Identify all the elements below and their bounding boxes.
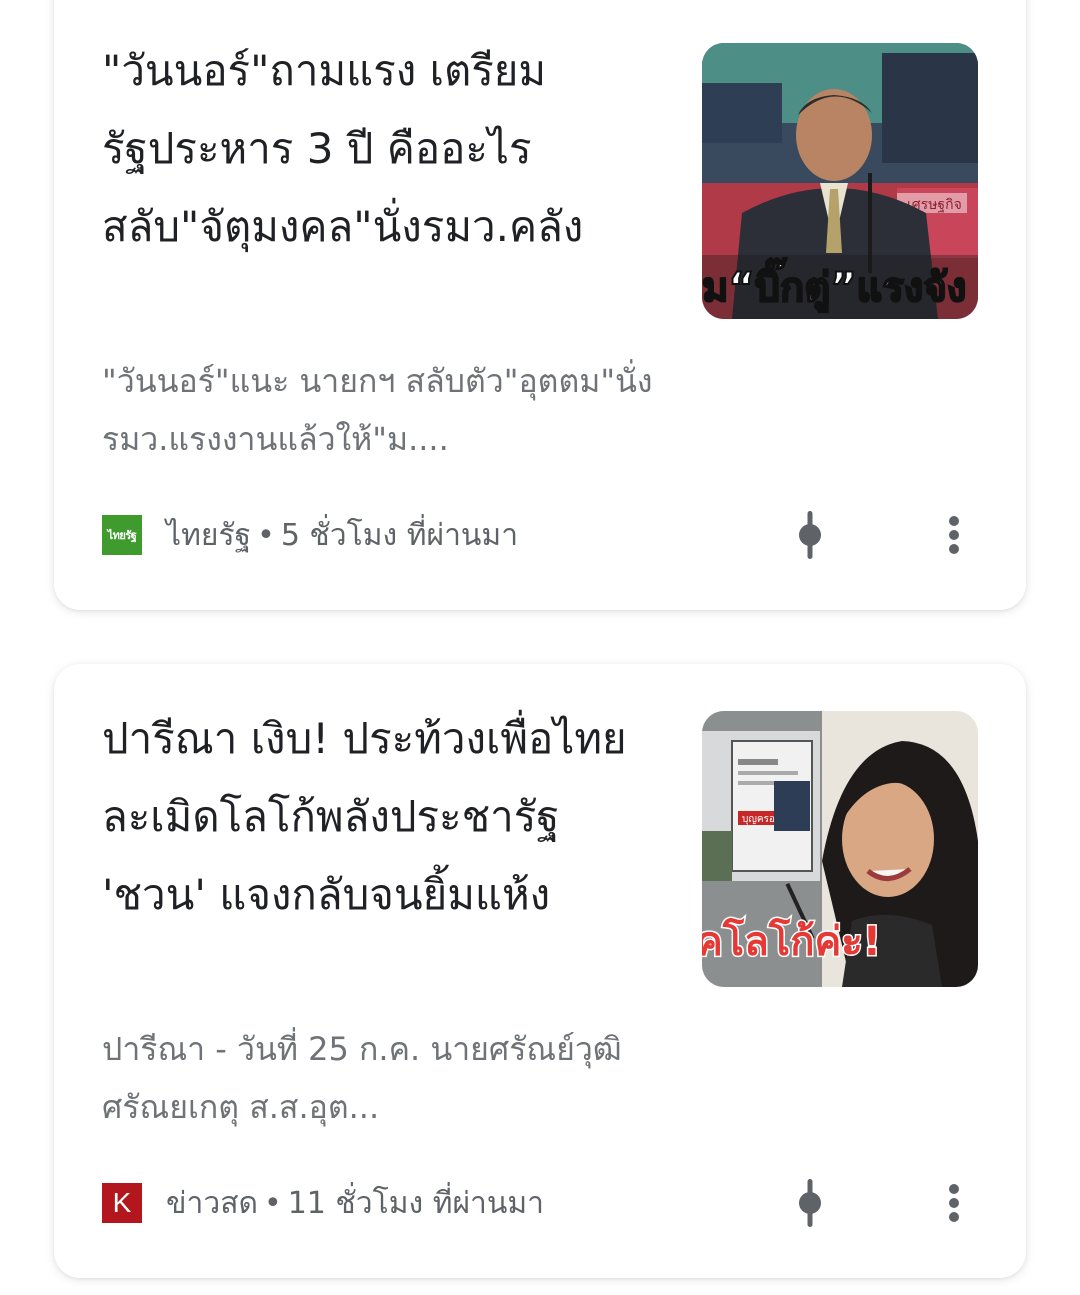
news-card[interactable]: "วันนอร์"ถามแรง เตรียมรัฐประหาร 3 ปี คือ…	[54, 0, 1026, 610]
article-thumbnail[interactable]: บุญครอง คโลโก้ค่ะ!	[702, 711, 978, 987]
article-snippet: ปารีณา - วันที่ 25 ก.ค. นายศรัณย์วุฒิ ศร…	[102, 1030, 622, 1126]
publish-time: 5 ชั่วโมง ที่ผ่านมา	[280, 517, 519, 553]
meta-separator: •	[257, 517, 275, 553]
publish-time: 11 ชั่วโมง ที่ผ่านมา	[287, 1185, 545, 1221]
article-snippet: "วันนอร์"แนะ นายกฯ สลับตัว"อุตตม"นั่งรมว…	[102, 362, 653, 458]
publisher-name[interactable]: ข่าวสด	[166, 1186, 258, 1221]
article-thumbnail[interactable]: เศรษฐกิจ ม“บิ๊กตู่”แรงจัง	[702, 43, 978, 319]
news-card[interactable]: ปารีณา เงิบ! ประท้วงเพื่อไทย ละเมิดโลโก้…	[54, 664, 1026, 1278]
follow-pin-icon[interactable]	[786, 1171, 834, 1235]
more-vert-icon[interactable]	[932, 1171, 976, 1235]
more-vert-icon[interactable]	[932, 503, 976, 567]
follow-pin-icon[interactable]	[786, 503, 834, 567]
publisher-logo: ไทยรัฐ	[102, 515, 142, 555]
article-meta: K ข่าวสด • 11 ชั่วโมง ที่ผ่านมา	[102, 1181, 544, 1225]
article-meta: ไทยรัฐ ไทยรัฐ • 5 ชั่วโมง ที่ผ่านมา	[102, 513, 518, 557]
publisher-logo: K	[102, 1183, 142, 1223]
publisher-name[interactable]: ไทยรัฐ	[166, 518, 251, 553]
thumbnail-caption: คโลโก้ค่ะ!	[702, 918, 881, 965]
article-headline[interactable]: ปารีณา เงิบ! ประท้วงเพื่อไทย ละเมิดโลโก้…	[102, 700, 662, 934]
article-headline[interactable]: "วันนอร์"ถามแรง เตรียมรัฐประหาร 3 ปี คือ…	[102, 32, 662, 266]
thumbnail-caption: ม“บิ๊กตู่”แรงจัง	[702, 258, 966, 312]
meta-separator: •	[264, 1185, 282, 1221]
